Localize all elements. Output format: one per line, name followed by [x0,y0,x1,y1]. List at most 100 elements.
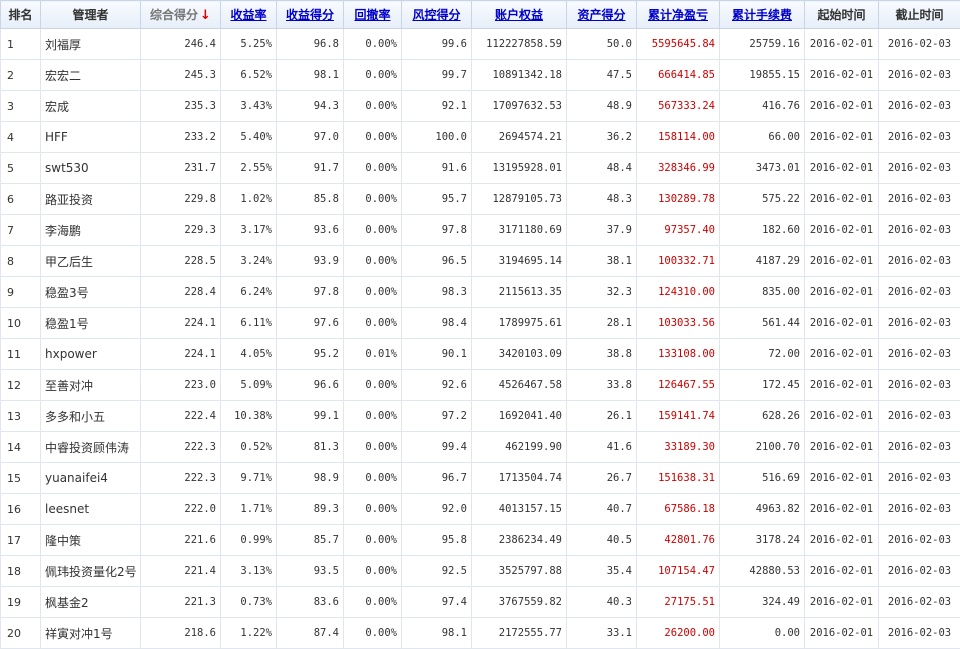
cell-manager: 路亚投资 [41,184,141,215]
header-drawdown[interactable]: 回撤率 [344,1,402,29]
cell-total-score: 233.2 [141,122,221,153]
cell-asset-score: 33.1 [567,618,637,649]
cell-drawdown: 0.00% [344,494,402,525]
cell-start-date: 2016-02-01 [805,29,879,60]
cell-rank: 13 [1,401,41,432]
cell-net-pnl: 5595645.84 [637,29,720,60]
header-total-score-label[interactable]: 综合得分 [150,8,198,22]
cell-total-score: 222.4 [141,401,221,432]
cell-manager: 祥寅对冲1号 [41,618,141,649]
sort-link-risk-score[interactable]: 风控得分 [412,8,460,22]
cell-equity: 2172555.77 [472,618,567,649]
header-total-score[interactable]: 综合得分↓ [141,1,221,29]
cell-asset-score: 40.3 [567,587,637,618]
cell-asset-score: 32.3 [567,277,637,308]
cell-rank: 17 [1,525,41,556]
cell-return-score: 93.6 [277,215,344,246]
cell-net-pnl: 124310.00 [637,277,720,308]
cell-total-score: 218.6 [141,618,221,649]
cell-fees: 561.44 [720,308,805,339]
cell-drawdown: 0.00% [344,122,402,153]
cell-drawdown: 0.01% [344,339,402,370]
sort-link-fees[interactable]: 累计手续费 [732,8,792,22]
cell-rank: 4 [1,122,41,153]
cell-return-score: 97.0 [277,122,344,153]
cell-net-pnl: 107154.47 [637,556,720,587]
table-row: 1刘福厚246.45.25%96.80.00%99.6112227858.595… [1,29,960,60]
cell-return-score: 98.1 [277,60,344,91]
cell-manager: 李海鹏 [41,215,141,246]
cell-return-score: 98.9 [277,463,344,494]
header-net-pnl[interactable]: 累计净盈亏 [637,1,720,29]
cell-fees: 575.22 [720,184,805,215]
sort-link-net-pnl[interactable]: 累计净盈亏 [648,8,708,22]
cell-manager: 甲乙后生 [41,246,141,277]
sort-desc-icon[interactable]: ↓ [200,8,211,23]
cell-risk-score: 99.6 [402,29,472,60]
table-row: 15yuanaifei4222.39.71%98.90.00%96.717135… [1,463,960,494]
cell-drawdown: 0.00% [344,246,402,277]
cell-total-score: 223.0 [141,370,221,401]
sort-link-asset-score[interactable]: 资产得分 [577,8,625,22]
table-row: 6路亚投资229.81.02%85.80.00%95.712879105.734… [1,184,960,215]
cell-asset-score: 36.2 [567,122,637,153]
cell-drawdown: 0.00% [344,432,402,463]
header-risk-score[interactable]: 风控得分 [402,1,472,29]
header-start-date-label: 起始时间 [817,8,865,22]
sort-link-return-score[interactable]: 收益得分 [286,8,334,22]
cell-risk-score: 91.6 [402,153,472,184]
cell-return-rate: 5.25% [221,29,277,60]
cell-manager: HFF [41,122,141,153]
cell-equity: 2115613.35 [472,277,567,308]
sort-link-drawdown[interactable]: 回撤率 [354,8,390,22]
cell-drawdown: 0.00% [344,29,402,60]
cell-fees: 25759.16 [720,29,805,60]
header-fees[interactable]: 累计手续费 [720,1,805,29]
cell-return-rate: 3.17% [221,215,277,246]
table-row: 16leesnet222.01.71%89.30.00%92.04013157.… [1,494,960,525]
header-end-date: 截止时间 [879,1,960,29]
cell-start-date: 2016-02-01 [805,494,879,525]
header-return-score[interactable]: 收益得分 [277,1,344,29]
cell-net-pnl: 158114.00 [637,122,720,153]
cell-return-rate: 0.52% [221,432,277,463]
cell-equity: 1789975.61 [472,308,567,339]
header-return-rate[interactable]: 收益率 [221,1,277,29]
cell-return-rate: 9.71% [221,463,277,494]
cell-total-score: 229.3 [141,215,221,246]
table-row: 8甲乙后生228.53.24%93.90.00%96.53194695.1438… [1,246,960,277]
cell-asset-score: 38.8 [567,339,637,370]
cell-end-date: 2016-02-03 [879,60,960,91]
cell-return-rate: 6.24% [221,277,277,308]
header-equity[interactable]: 账户权益 [472,1,567,29]
cell-manager: 中睿投资顾伟涛 [41,432,141,463]
cell-drawdown: 0.00% [344,618,402,649]
cell-return-score: 85.7 [277,525,344,556]
cell-fees: 3178.24 [720,525,805,556]
cell-manager: leesnet [41,494,141,525]
table-row: 2宏宏二245.36.52%98.10.00%99.710891342.1847… [1,60,960,91]
header-rank: 排名 [1,1,41,29]
cell-asset-score: 28.1 [567,308,637,339]
cell-return-score: 99.1 [277,401,344,432]
cell-end-date: 2016-02-03 [879,370,960,401]
cell-asset-score: 35.4 [567,556,637,587]
table-row: 14中睿投资顾伟涛222.30.52%81.30.00%99.4462199.9… [1,432,960,463]
cell-start-date: 2016-02-01 [805,91,879,122]
cell-asset-score: 50.0 [567,29,637,60]
cell-start-date: 2016-02-01 [805,525,879,556]
cell-manager: 枫基金2 [41,587,141,618]
table-row: 20祥寅对冲1号218.61.22%87.40.00%98.12172555.7… [1,618,960,649]
cell-manager: 多多和小五 [41,401,141,432]
cell-rank: 11 [1,339,41,370]
header-asset-score[interactable]: 资产得分 [567,1,637,29]
cell-drawdown: 0.00% [344,370,402,401]
cell-return-rate: 5.40% [221,122,277,153]
cell-start-date: 2016-02-01 [805,432,879,463]
cell-net-pnl: 42801.76 [637,525,720,556]
sort-link-equity[interactable]: 账户权益 [495,8,543,22]
cell-risk-score: 99.4 [402,432,472,463]
table-row: 7李海鹏229.33.17%93.60.00%97.83171180.6937.… [1,215,960,246]
cell-net-pnl: 159141.74 [637,401,720,432]
sort-link-return-rate[interactable]: 收益率 [230,8,266,22]
